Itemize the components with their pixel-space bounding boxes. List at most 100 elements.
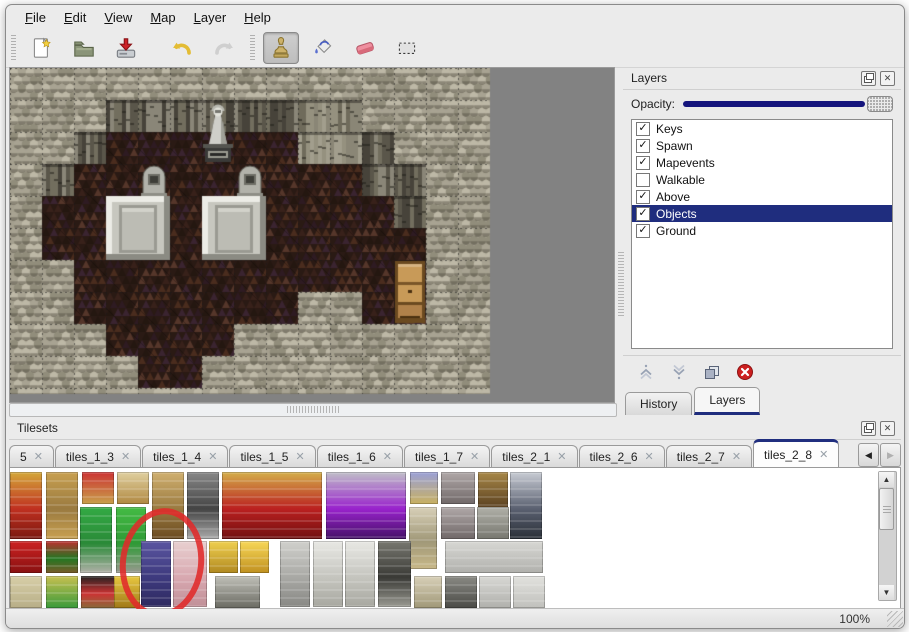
close-tab-icon[interactable]: ✕ <box>208 450 217 463</box>
open-file-button[interactable] <box>66 32 102 64</box>
layer-visibility-checkbox[interactable]: ✓ <box>636 122 650 136</box>
close-tab-icon[interactable]: ✕ <box>121 450 130 463</box>
tile-angel-statue-right[interactable] <box>345 541 375 607</box>
layer-visibility-checkbox[interactable]: ✓ <box>636 190 650 204</box>
tileset-tab-tiles_1_3[interactable]: tiles_1_3✕ <box>55 445 141 467</box>
scrollbar-grip[interactable] <box>287 406 339 413</box>
tile-counter-cushion[interactable] <box>81 576 116 608</box>
tile-gargoyle[interactable] <box>378 541 411 607</box>
duplicate-layer-button[interactable] <box>701 361 723 383</box>
new-file-button[interactable] <box>24 32 60 64</box>
scroll-tabs-right-button[interactable]: ▶ <box>880 443 901 467</box>
close-tab-icon[interactable]: ✕ <box>557 450 566 463</box>
raise-layer-button[interactable] <box>635 361 657 383</box>
tile-drawer-metal[interactable] <box>441 472 475 504</box>
tile-stone-block-2[interactable] <box>479 576 511 608</box>
tile-statue-hooded[interactable] <box>280 541 310 607</box>
float-panel-button[interactable] <box>861 71 876 86</box>
layer-visibility-checkbox[interactable]: ✓ <box>636 139 650 153</box>
tile-wood-box[interactable] <box>478 472 508 508</box>
close-tab-icon[interactable]: ✕ <box>645 450 654 463</box>
tile-throne-purple[interactable] <box>326 472 406 539</box>
tileset-tab-tiles_2_6[interactable]: tiles_2_6✕ <box>579 445 665 467</box>
layer-visibility-checkbox[interactable]: ✓ <box>636 207 650 221</box>
tile-angel-statue-left[interactable] <box>313 541 343 607</box>
tileset-tab-tiles_1_6[interactable]: tiles_1_6✕ <box>317 445 403 467</box>
tile-banner-red[interactable] <box>10 472 42 539</box>
tile-pillar-dark[interactable] <box>445 576 477 608</box>
layer-row-objects[interactable]: ✓Objects <box>632 205 892 222</box>
layer-visibility-checkbox[interactable]: ✓ <box>636 224 650 238</box>
toolbar-grip[interactable] <box>250 35 255 61</box>
menu-map[interactable]: Map <box>141 8 184 27</box>
tileset-content[interactable]: ▲ ▼ <box>9 467 901 610</box>
close-tab-icon[interactable]: ✕ <box>295 450 304 463</box>
menu-layer[interactable]: Layer <box>185 8 236 27</box>
lower-layer-button[interactable] <box>668 361 690 383</box>
menu-file[interactable]: File <box>16 8 55 27</box>
delete-layer-button[interactable] <box>734 361 756 383</box>
tile-banner-crest[interactable] <box>10 541 42 573</box>
layer-visibility-checkbox[interactable]: ✓ <box>636 156 650 170</box>
tile-cushion-red[interactable] <box>82 472 114 504</box>
tile-rock-pile[interactable] <box>215 576 260 608</box>
tile-parchment[interactable] <box>10 576 42 608</box>
close-tab-icon[interactable]: ✕ <box>34 450 43 463</box>
tileset-tab-tiles_1_7[interactable]: tiles_1_7✕ <box>404 445 490 467</box>
close-tab-icon[interactable]: ✕ <box>470 450 479 463</box>
float-panel-button[interactable] <box>861 421 876 436</box>
close-panel-button[interactable]: ✕ <box>880 421 895 436</box>
layer-row-spawn[interactable]: ✓Spawn <box>632 137 892 154</box>
menu-help[interactable]: Help <box>235 8 280 27</box>
opacity-slider-track[interactable] <box>683 101 865 107</box>
undo-button[interactable] <box>164 32 200 64</box>
layer-row-above[interactable]: ✓Above <box>632 188 892 205</box>
tileset-tab-tiles_1_4[interactable]: tiles_1_4✕ <box>142 445 228 467</box>
layer-row-keys[interactable]: ✓Keys <box>632 120 892 137</box>
close-tab-icon[interactable]: ✕ <box>383 450 392 463</box>
close-panel-button[interactable]: ✕ <box>880 71 895 86</box>
redo-button[interactable] <box>206 32 242 64</box>
opacity-slider-handle[interactable] <box>867 96 893 112</box>
fill-tool-button[interactable] <box>305 32 341 64</box>
tile-armor[interactable] <box>510 472 542 539</box>
tile-drawer-metal-2[interactable] <box>441 507 475 539</box>
tab-layers[interactable]: Layers <box>694 387 760 415</box>
tile-throne-red[interactable] <box>222 472 322 539</box>
tileset-tab-tiles_2_8[interactable]: tiles_2_8✕ <box>753 439 839 467</box>
select-tool-button[interactable] <box>389 32 425 64</box>
layer-row-ground[interactable]: ✓Ground <box>632 222 892 239</box>
layer-visibility-checkbox[interactable] <box>636 173 650 187</box>
stamp-tool-button[interactable] <box>263 32 299 64</box>
tile-stone-block-3[interactable] <box>513 576 545 608</box>
tile-junk-pile[interactable] <box>477 507 509 539</box>
layer-row-mapevents[interactable]: ✓Mapevents <box>632 154 892 171</box>
menu-view[interactable]: View <box>95 8 141 27</box>
eraser-tool-button[interactable] <box>347 32 383 64</box>
scrollbar-thumb[interactable] <box>879 488 894 530</box>
save-file-button[interactable] <box>108 32 144 64</box>
tile-obelisk-large[interactable] <box>409 507 437 569</box>
tile-palm-plant[interactable] <box>80 507 112 573</box>
tile-banner-green[interactable] <box>46 576 78 608</box>
tile-gold-ornament[interactable] <box>209 541 238 573</box>
close-tab-icon[interactable]: ✕ <box>732 450 741 463</box>
tile-loom[interactable] <box>46 472 78 539</box>
tab-history[interactable]: History <box>625 392 692 415</box>
tile-obelisk-small[interactable] <box>414 576 442 608</box>
tileset-tab-tiles_2_7[interactable]: tiles_2_7✕ <box>666 445 752 467</box>
toolbar-grip[interactable] <box>11 35 16 61</box>
tile-stone-blocks[interactable] <box>445 541 543 573</box>
resize-grip[interactable] <box>887 611 903 627</box>
tileset-tab-5[interactable]: 5✕ <box>9 445 54 467</box>
close-tab-icon[interactable]: ✕ <box>819 448 828 461</box>
tile-vanity-mirror[interactable] <box>117 472 149 504</box>
scroll-tabs-left-button[interactable]: ◀ <box>858 443 879 467</box>
tileset-vertical-scrollbar[interactable]: ▲ ▼ <box>878 471 897 601</box>
menu-edit[interactable]: Edit <box>55 8 95 27</box>
scroll-up-button[interactable]: ▲ <box>879 472 894 487</box>
layer-row-walkable[interactable]: Walkable <box>632 171 892 188</box>
tile-gold-pile[interactable] <box>240 541 269 573</box>
tileset-tab-tiles_2_1[interactable]: tiles_2_1✕ <box>491 445 577 467</box>
tile-portrait-king[interactable] <box>410 472 438 504</box>
